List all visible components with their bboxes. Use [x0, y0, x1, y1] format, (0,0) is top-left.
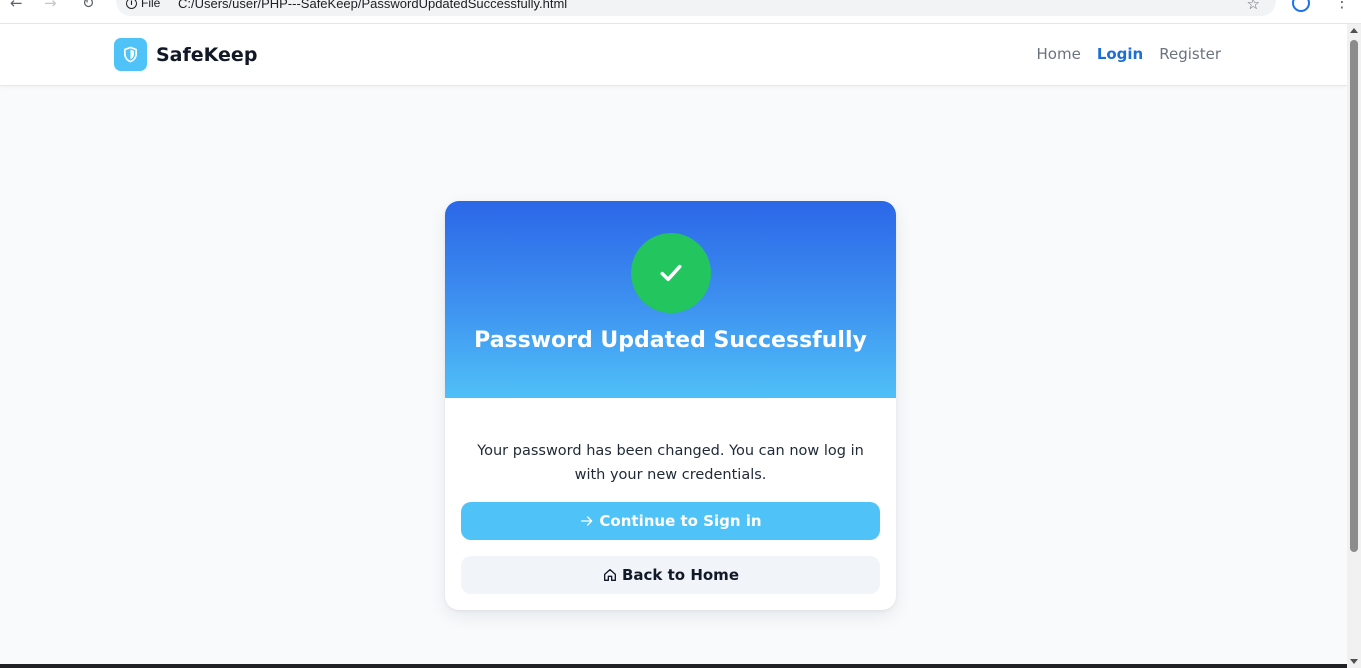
arrow-right-icon	[579, 513, 595, 529]
brand[interactable]: SafeKeep	[114, 38, 257, 71]
scroll-down-icon[interactable]	[1350, 659, 1358, 664]
page-scrollbar[interactable]	[1347, 24, 1361, 668]
url-text[interactable]: C:/Users/user/PHP---SafeKeep/PasswordUpd…	[178, 0, 567, 11]
success-badge	[631, 233, 711, 313]
site-info-label: File	[141, 0, 161, 10]
success-message: Your password has been changed. You can …	[477, 443, 864, 483]
back-arrow-icon[interactable]: ←	[10, 0, 23, 12]
shield-icon	[114, 38, 147, 71]
continue-button-label: Continue to Sign in	[599, 512, 762, 530]
more-menu-icon[interactable]: ⋮	[1334, 0, 1350, 11]
bookmark-star-icon[interactable]: ☆	[1247, 0, 1260, 13]
forward-arrow-icon[interactable]: →	[44, 0, 57, 12]
nav-login[interactable]: Login	[1097, 45, 1143, 63]
address-bar[interactable]: i File C:/Users/user/PHP---SafeKeep/Pass…	[116, 0, 1276, 16]
scrollbar-thumb[interactable]	[1350, 40, 1358, 552]
continue-to-sign-in-button[interactable]: Continue to Sign in	[461, 502, 880, 540]
brand-name: SafeKeep	[156, 43, 258, 66]
main-nav: Home Login Register	[1037, 45, 1221, 63]
scroll-up-icon[interactable]	[1350, 28, 1358, 33]
bottom-edge	[0, 664, 1347, 668]
info-icon: i	[126, 0, 137, 9]
site-info-button[interactable]: i File	[126, 0, 160, 10]
home-icon	[602, 567, 618, 583]
card-header: Password Updated Successfully	[445, 201, 896, 398]
check-icon	[660, 264, 682, 282]
nav-home[interactable]: Home	[1037, 45, 1081, 63]
reload-icon[interactable]: ↻	[82, 0, 95, 12]
back-to-home-button[interactable]: Back to Home	[461, 556, 880, 594]
page-title: Password Updated Successfully	[474, 328, 867, 353]
success-card: Password Updated Successfully Your passw…	[445, 201, 896, 610]
card-body: Your password has been changed. You can …	[445, 398, 896, 610]
home-button-label: Back to Home	[621, 566, 739, 584]
site-header: SafeKeep Home Login Register	[0, 24, 1347, 86]
nav-register[interactable]: Register	[1159, 45, 1221, 63]
browser-chrome: ← → ↻ i File C:/Users/user/PHP---SafeKee…	[0, 0, 1361, 24]
profile-icon[interactable]	[1292, 0, 1310, 12]
